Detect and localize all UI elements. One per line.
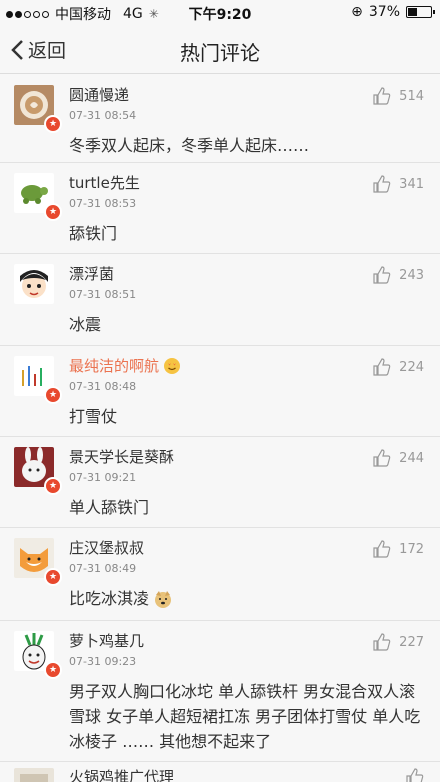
comment-item: ★ 萝卜鸡基几 07-31 09:23 227 男子双人胸口化冰坨 单人舔铁杆 … (0, 621, 440, 762)
comment-item: 火锅鸡推广代理 (0, 762, 440, 782)
status-bar: 中国移动 4G ✳ 下午9:20 ⊕ 37% (0, 0, 440, 26)
commenter-name[interactable]: 景天学长是葵酥 (69, 446, 174, 467)
avatar[interactable] (14, 264, 54, 304)
partial-avatar-icon (14, 768, 54, 782)
avatar[interactable] (14, 768, 54, 782)
comment-item: ★ 庄汉堡叔叔 07-31 08:49 172 比吃冰淇凌 (0, 528, 440, 621)
comment-time: 07-31 08:51 (69, 288, 137, 301)
status-right: ⊕ 37% (351, 4, 435, 20)
comment-item: ★ turtle先生 07-31 08:53 341 舔铁门 (0, 163, 440, 254)
avatar[interactable]: ★ (14, 447, 62, 495)
commenter-name[interactable]: 漂浮菌 (69, 263, 114, 284)
cartoon-boy-avatar-icon (14, 264, 54, 304)
verified-badge-icon: ★ (44, 477, 62, 495)
like-button[interactable]: 244 (373, 449, 424, 467)
verified-badge-icon: ★ (44, 203, 62, 221)
avatar[interactable]: ★ (14, 85, 62, 133)
like-count: 341 (399, 176, 424, 192)
avatar[interactable]: ★ (14, 173, 62, 221)
verified-badge-icon: ★ (44, 661, 62, 679)
comment-item: ★ 圆通慢递 07-31 08:54 514 冬季双人起床，冬季单人起床…… (0, 75, 440, 163)
like-count: 172 (399, 541, 424, 557)
heart-eyes-emoji-icon (164, 357, 181, 374)
battery-label: 37% (368, 4, 400, 20)
commenter-name[interactable]: 庄汉堡叔叔 (69, 537, 144, 558)
thumbs-up-icon (406, 768, 424, 782)
commenter-name[interactable]: 萝卜鸡基几 (69, 630, 144, 651)
commenter-name[interactable]: turtle先生 (69, 172, 140, 193)
commenter-name[interactable]: 最纯洁的啊航 (69, 355, 181, 376)
nav-bar: 返回 热门评论 (0, 26, 440, 74)
like-button[interactable]: 227 (373, 633, 424, 651)
like-button[interactable]: 243 (373, 266, 424, 284)
battery-icon (406, 6, 435, 18)
avatar[interactable]: ★ (14, 538, 62, 586)
like-button[interactable]: 514 (373, 87, 424, 105)
avatar[interactable]: ★ (14, 631, 62, 679)
comment-text-body: 比吃冰淇凌 (69, 589, 150, 608)
comment-item: ★ 景天学长是葵酥 07-31 09:21 244 单人舔铁门 (0, 437, 440, 528)
rotation-lock-icon: ⊕ (351, 4, 363, 20)
comment-text: 舔铁门 (69, 224, 118, 243)
like-count: 224 (399, 359, 424, 375)
thumbs-up-icon (373, 358, 391, 376)
thumbs-up-icon (373, 87, 391, 105)
thumbs-up-icon (373, 633, 391, 651)
comment-time: 07-31 09:21 (69, 471, 137, 484)
comment-time: 07-31 09:23 (69, 655, 137, 668)
like-count: 227 (399, 634, 424, 650)
thumbs-up-icon (373, 449, 391, 467)
thumbs-up-icon (373, 266, 391, 284)
comment-text: 冰震 (69, 315, 102, 334)
verified-badge-icon: ★ (44, 568, 62, 586)
comment-item: 漂浮菌 07-31 08:51 243 冰震 (0, 254, 440, 346)
comment-time: 07-31 08:49 (69, 562, 137, 575)
comment-item: ★ 最纯洁的啊航 07-31 08:48 224 打雪仗 (0, 346, 440, 437)
commenter-name-text: 最纯洁的啊航 (69, 357, 160, 375)
comment-time: 07-31 08:54 (69, 109, 137, 122)
comment-text: 比吃冰淇凌 (69, 586, 422, 611)
comment-time: 07-31 08:48 (69, 380, 137, 393)
commenter-name[interactable]: 圆通慢递 (69, 84, 129, 105)
comment-text: 冬季双人起床，冬季单人起床…… (69, 136, 310, 155)
verified-badge-icon: ★ (44, 115, 62, 133)
comment-time: 07-31 08:53 (69, 197, 137, 210)
doge-emoji-icon (155, 590, 172, 608)
thumbs-up-icon (373, 540, 391, 558)
comment-list: ★ 圆通慢递 07-31 08:54 514 冬季双人起床，冬季单人起床…… ★… (0, 75, 440, 782)
like-button[interactable]: 224 (373, 358, 424, 376)
like-count: 244 (399, 450, 424, 466)
like-count: 243 (399, 267, 424, 283)
thumbs-up-icon (373, 175, 391, 193)
like-button[interactable]: 172 (373, 540, 424, 558)
avatar[interactable]: ★ (14, 356, 62, 404)
comment-text: 打雪仗 (69, 407, 118, 426)
comment-text: 男子双人胸口化冰坨 单人舔铁杆 男女混合双人滚雪球 女子单人超短裙扛冻 男子团体… (69, 682, 421, 751)
comment-text: 单人舔铁门 (69, 498, 150, 517)
like-count: 514 (399, 88, 424, 104)
page-title: 热门评论 (180, 41, 260, 65)
commenter-name[interactable]: 火锅鸡推广代理 (69, 766, 174, 782)
verified-badge-icon: ★ (44, 386, 62, 404)
like-button[interactable] (406, 768, 424, 782)
like-button[interactable]: 341 (373, 175, 424, 193)
